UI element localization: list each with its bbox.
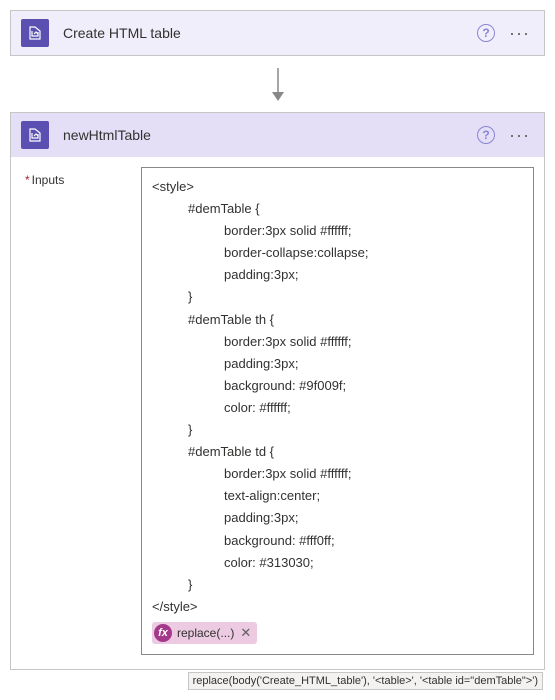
action-title: Create HTML table — [63, 25, 477, 41]
inputs-textarea[interactable]: <style> #demTable {border:3px solid #fff… — [141, 167, 534, 655]
css-content: <style> #demTable {border:3px solid #fff… — [152, 176, 523, 618]
close-icon[interactable]: ✕ — [240, 625, 251, 641]
expression-pill[interactable]: fx replace(...) ✕ — [152, 622, 257, 644]
data-operation-icon — [21, 121, 49, 149]
action-card-create-html-table: Create HTML table ? ··· — [10, 10, 545, 56]
action-card-new-html-table: newHtmlTable ? ··· *Inputs <style> #demT… — [10, 112, 545, 670]
more-menu-icon[interactable]: ··· — [505, 126, 534, 144]
help-icon[interactable]: ? — [477, 126, 495, 144]
help-icon[interactable]: ? — [477, 24, 495, 42]
field-label-inputs: *Inputs — [21, 167, 141, 187]
expression-tooltip: replace(body('Create_HTML_table'), '<tab… — [188, 672, 543, 690]
data-operation-icon — [21, 19, 49, 47]
fx-icon: fx — [154, 624, 172, 642]
expression-pill-label: replace(...) — [177, 626, 234, 640]
action-title: newHtmlTable — [63, 127, 477, 143]
action-card-header[interactable]: newHtmlTable ? ··· — [11, 113, 544, 157]
more-menu-icon[interactable]: ··· — [505, 24, 534, 42]
action-card-body: *Inputs <style> #demTable {border:3px so… — [11, 157, 544, 669]
flow-arrow — [10, 56, 545, 112]
action-card-header[interactable]: Create HTML table ? ··· — [11, 11, 544, 55]
